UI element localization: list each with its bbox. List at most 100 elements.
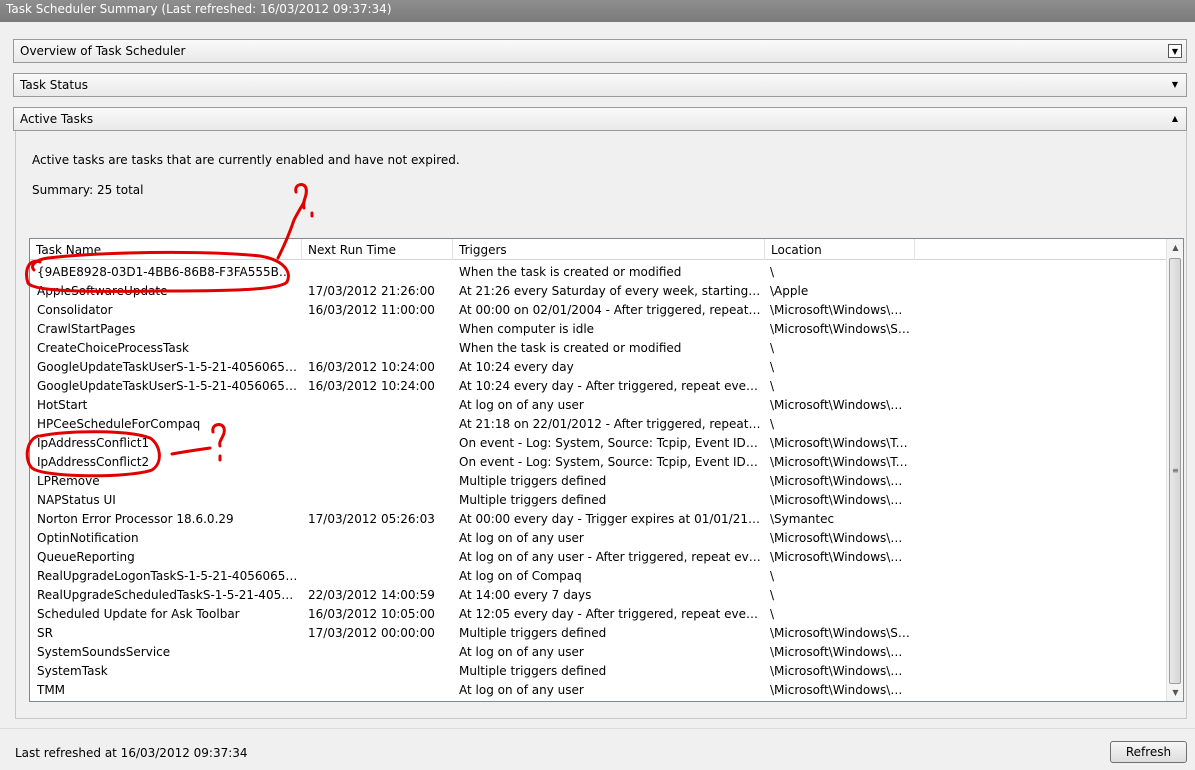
cell-task-name: TMM: [37, 683, 66, 697]
cell-triggers: At 00:00 on 02/01/2004 - After triggered…: [459, 303, 761, 317]
table-row[interactable]: Norton Error Processor 18.6.0.29 17/03/20…: [30, 510, 1166, 529]
last-refreshed-status: Last refreshed at 16/03/2012 09:37:34: [15, 746, 248, 760]
cell-triggers: At 12:05 every day - After triggered, re…: [459, 607, 761, 621]
cell-triggers: At log on of Compaq: [459, 569, 582, 583]
cell-triggers: At log on of any user: [459, 531, 584, 545]
chevron-down-icon[interactable]: ▼: [1168, 44, 1182, 58]
scroll-up-icon[interactable]: ▲: [1167, 239, 1183, 256]
table-row[interactable]: SystemTask Multiple triggers defined \Micr…: [30, 662, 1166, 681]
cell-location: \: [770, 417, 775, 431]
cell-next-run-time: 16/03/2012 10:24:00: [308, 379, 435, 393]
section-active-header[interactable]: Active Tasks ▲: [13, 107, 1187, 131]
table-row[interactable]: HotStart At log on of any user \Microsoft\…: [30, 396, 1166, 415]
table-row[interactable]: RealUpgradeLogonTaskS-1-5-21-4056065152-…: [30, 567, 1166, 586]
table-row[interactable]: TMM At log on of any user \Microsoft\Windo…: [30, 681, 1166, 700]
cell-location: \: [770, 341, 775, 355]
table-row[interactable]: AppleSoftwareUpdate 17/03/2012 21:26:00 At…: [30, 282, 1166, 301]
table-row[interactable]: HPCeeScheduleForCompaq At 21:18 on 22/01/…: [30, 415, 1166, 434]
table-header: Task Name Next Run Time Triggers Locatio…: [30, 239, 1166, 260]
cell-task-name: CrawlStartPages: [37, 322, 136, 336]
cell-location: \: [770, 379, 775, 393]
active-tasks-table[interactable]: Task Name Next Run Time Triggers Locatio…: [29, 238, 1184, 702]
cell-task-name: HotStart: [37, 398, 88, 412]
column-header-next-run-time[interactable]: Next Run Time: [302, 239, 453, 260]
table-row[interactable]: NAPStatus UI Multiple triggers defined \Mi…: [30, 491, 1166, 510]
table-row[interactable]: {9ABE8928-03D1-4BB6-86B8-F3FA555BDE1D} Wh…: [30, 263, 1166, 282]
grip-icon: ≡: [1172, 466, 1179, 475]
table-row[interactable]: Scheduled Update for Ask Toolbar 16/03/20…: [30, 605, 1166, 624]
cell-location: \Microsoft\Windows\MUI: [770, 474, 910, 488]
cell-task-name: IpAddressConflict2: [37, 455, 150, 469]
table-row[interactable]: RealUpgradeScheduledTaskS-1-5-21-4056065…: [30, 586, 1166, 605]
cell-triggers: When the task is created or modified: [459, 341, 682, 355]
cell-triggers: At 21:26 every Saturday of every week, s…: [459, 284, 761, 298]
cell-location: \Symantec: [770, 512, 835, 526]
cell-task-name: {9ABE8928-03D1-4BB6-86B8-F3FA555BDE1D}: [37, 265, 299, 279]
cell-task-name: SystemTask: [37, 664, 108, 678]
cell-task-name: AppleSoftwareUpdate: [37, 284, 168, 298]
table-body: {9ABE8928-03D1-4BB6-86B8-F3FA555BDE1D} Wh…: [30, 263, 1166, 700]
cell-location: \Microsoft\Windows\Sh...: [770, 322, 910, 336]
scrollbar-thumb[interactable]: ≡: [1169, 258, 1181, 684]
table-row[interactable]: GoogleUpdateTaskUserS-1-5-21-4056065152-…: [30, 358, 1166, 377]
table-row[interactable]: QueueReporting At log on of any user - Af…: [30, 548, 1166, 567]
cell-triggers: At log on of any user: [459, 398, 584, 412]
active-tasks-summary: Summary: 25 total: [32, 183, 144, 197]
section-overview-header[interactable]: Overview of Task Scheduler ▼: [13, 39, 1187, 63]
chevron-up-icon[interactable]: ▲: [1168, 112, 1182, 126]
table-row[interactable]: SR 17/03/2012 00:00:00 Multiple triggers d…: [30, 624, 1166, 643]
cell-location: \Microsoft\Windows\M...: [770, 683, 910, 697]
table-row[interactable]: SystemSoundsService At log on of any user…: [30, 643, 1166, 662]
section-status-label: Task Status: [20, 78, 88, 92]
cell-triggers: At 10:24 every day - After triggered, re…: [459, 379, 761, 393]
cell-task-name: CreateChoiceProcessTask: [37, 341, 189, 355]
cell-task-name: SR: [37, 626, 53, 640]
cell-location: \Microsoft\Windows\Tc...: [770, 455, 910, 469]
cell-location: \Microsoft\Windows\Sy...: [770, 626, 910, 640]
table-row[interactable]: Consolidator 16/03/2012 11:00:00 At 00:00 …: [30, 301, 1166, 320]
chevron-down-icon[interactable]: ▼: [1168, 78, 1182, 92]
cell-next-run-time: 17/03/2012 00:00:00: [308, 626, 435, 640]
cell-triggers: Multiple triggers defined: [459, 626, 607, 640]
cell-triggers: On event - Log: System, Source: Tcpip, E…: [459, 455, 761, 469]
column-header-triggers[interactable]: Triggers: [453, 239, 765, 260]
cell-triggers: When the task is created or modified: [459, 265, 682, 279]
cell-task-name: QueueReporting: [37, 550, 135, 564]
column-header-task-name[interactable]: Task Name: [30, 239, 302, 260]
table-row[interactable]: IpAddressConflict1 On event - Log: System…: [30, 434, 1166, 453]
column-header-location[interactable]: Location: [765, 239, 915, 260]
cell-triggers: At 21:18 on 22/01/2012 - After triggered…: [459, 417, 761, 431]
cell-location: \: [770, 588, 775, 602]
cell-location: \Microsoft\Windows\Wi...: [770, 550, 910, 564]
cell-task-name: Consolidator: [37, 303, 113, 317]
cell-next-run-time: 17/03/2012 05:26:03: [308, 512, 435, 526]
cell-task-name: GoogleUpdateTaskUserS-1-5-21-4056065152-…: [37, 379, 299, 393]
cell-triggers: At log on of any user: [459, 683, 584, 697]
vertical-scrollbar[interactable]: ▲ ≡ ▼: [1166, 239, 1183, 701]
cell-triggers: At 14:00 every 7 days: [459, 588, 592, 602]
cell-task-name: NAPStatus UI: [37, 493, 116, 507]
cell-location: \: [770, 360, 775, 374]
section-status-header[interactable]: Task Status ▼: [13, 73, 1187, 97]
refresh-button[interactable]: Refresh: [1110, 741, 1187, 763]
cell-location: \Microsoft\Windows\N...: [770, 493, 910, 507]
active-tasks-description: Active tasks are tasks that are currentl…: [32, 153, 460, 167]
table-row[interactable]: LPRemove Multiple triggers defined \Micros…: [30, 472, 1166, 491]
cell-task-name: GoogleUpdateTaskUserS-1-5-21-4056065152-…: [37, 360, 299, 374]
cell-task-name: Norton Error Processor 18.6.0.29: [37, 512, 234, 526]
table-row[interactable]: IpAddressConflict2 On event - Log: System…: [30, 453, 1166, 472]
footer-bar: Last refreshed at 16/03/2012 09:37:34 Re…: [0, 728, 1195, 770]
cell-triggers: Multiple triggers defined: [459, 664, 607, 678]
scroll-down-icon[interactable]: ▼: [1167, 684, 1183, 701]
table-row[interactable]: GoogleUpdateTaskUserS-1-5-21-4056065152-…: [30, 377, 1166, 396]
cell-location: \: [770, 569, 775, 583]
table-row[interactable]: CrawlStartPages When computer is idle \Mic…: [30, 320, 1166, 339]
table-row[interactable]: OptinNotification At log on of any user \M…: [30, 529, 1166, 548]
cell-triggers: At 00:00 every day - Trigger expires at …: [459, 512, 761, 526]
cell-triggers: Multiple triggers defined: [459, 474, 607, 488]
cell-task-name: HPCeeScheduleForCompaq: [37, 417, 201, 431]
table-row[interactable]: CreateChoiceProcessTask When the task is …: [30, 339, 1166, 358]
cell-next-run-time: 16/03/2012 10:05:00: [308, 607, 435, 621]
cell-task-name: IpAddressConflict1: [37, 436, 150, 450]
cell-triggers: At log on of any user: [459, 645, 584, 659]
